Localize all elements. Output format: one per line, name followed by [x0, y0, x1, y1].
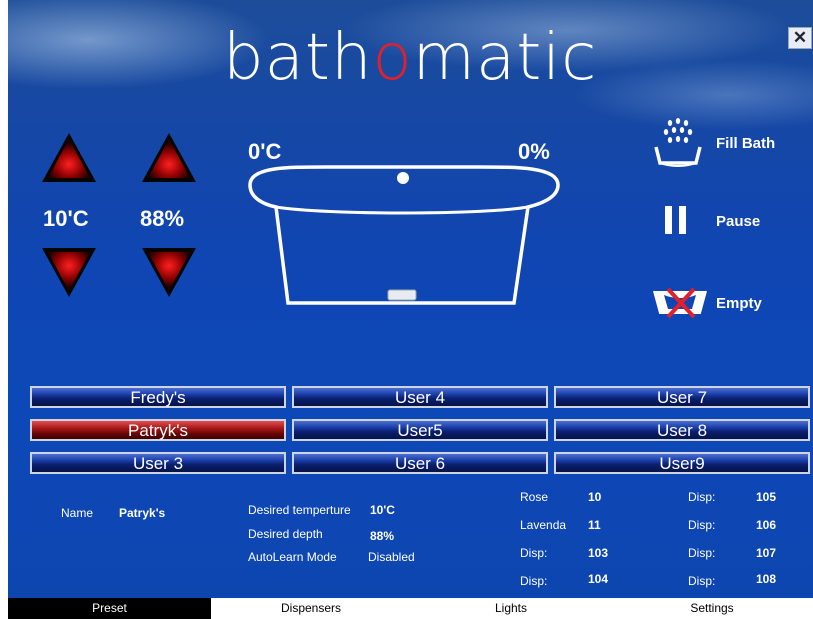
pause-icon[interactable]	[661, 202, 691, 236]
dispenser-value-6: 106	[756, 518, 777, 532]
dispenser-label-6: Disp:	[688, 518, 716, 532]
dispenser-value-3: 103	[588, 546, 609, 560]
temperature-up-arrow-icon[interactable]	[40, 130, 98, 185]
tab-lights[interactable]: Lights	[411, 598, 611, 619]
dispenser-label-8: Disp:	[688, 574, 716, 588]
user-preset-user-5[interactable]: User5	[292, 419, 548, 441]
depth-down-arrow-icon[interactable]	[140, 245, 198, 300]
main-panel: bathomatic ✕ 10'C 88% 0'C 0% Fill Bath P…	[8, 0, 813, 598]
current-fill-level: 0%	[518, 139, 550, 164]
dispenser-value-7: 107	[756, 546, 777, 560]
dispenser-label-3: Disp:	[520, 546, 548, 560]
desired-temperature-label: Desired temperture	[248, 503, 351, 517]
dispenser-label-1: Rose	[520, 490, 549, 504]
name-value: Patryk's	[119, 506, 166, 520]
logo-text-o: o	[372, 21, 413, 95]
user-preset-user-3[interactable]: User 3	[30, 452, 286, 474]
set-temperature-value: 10'C	[43, 206, 89, 231]
desired-temperature-value: 10'C	[370, 503, 395, 517]
dispenser-label-2: Lavenda	[520, 518, 567, 532]
dispenser-label-7: Disp:	[688, 546, 716, 560]
name-label: Name	[61, 506, 94, 520]
bathomatic-window: bathomatic ✕ 10'C 88% 0'C 0% Fill Bath P…	[0, 0, 813, 619]
shower-icon[interactable]	[650, 115, 706, 170]
desired-depth-value: 88%	[370, 529, 395, 543]
close-icon[interactable]: ✕	[788, 27, 812, 49]
fill-bath-button[interactable]: Fill Bath	[716, 135, 775, 152]
dispenser-value-4: 104	[588, 572, 609, 586]
dispenser-value-5: 105	[756, 490, 777, 504]
depth-up-arrow-icon[interactable]	[140, 130, 198, 185]
app-logo: bathomatic	[223, 18, 596, 98]
desired-depth-label: Desired depth	[248, 527, 323, 541]
bathtub-icon	[248, 165, 560, 305]
dispenser-value-2: 11	[588, 518, 601, 532]
logo-text-left: bath	[223, 21, 373, 95]
bottom-tab-bar: Preset Dispensers Lights Settings	[8, 598, 813, 619]
pause-button[interactable]: Pause	[716, 213, 760, 230]
tab-dispensers[interactable]: Dispensers	[211, 598, 411, 619]
logo-text-right: matic	[412, 21, 598, 95]
autolearn-label: AutoLearn Mode	[248, 550, 337, 564]
empty-bath-icon[interactable]	[650, 285, 710, 321]
dispenser-label-4: Disp:	[520, 574, 548, 588]
user-preset-user-6[interactable]: User 6	[292, 452, 548, 474]
tab-preset[interactable]: Preset	[8, 598, 211, 619]
temperature-down-arrow-icon[interactable]	[40, 245, 98, 300]
user-preset-user-7[interactable]: User 7	[554, 386, 810, 408]
set-depth-value: 88%	[140, 206, 185, 231]
dispenser-value-1: 10	[588, 490, 602, 504]
user-preset-user-9[interactable]: User9	[554, 452, 810, 474]
user-preset-fredys[interactable]: Fredy's	[30, 386, 286, 408]
empty-button[interactable]: Empty	[716, 295, 762, 312]
user-preset-user-8[interactable]: User 8	[554, 419, 810, 441]
dispenser-label-5: Disp:	[688, 490, 716, 504]
dispenser-value-8: 108	[756, 572, 777, 586]
user-preset-user-4[interactable]: User 4	[292, 386, 548, 408]
current-temperature: 0'C	[248, 139, 282, 164]
user-preset-patryks[interactable]: Patryk's	[30, 419, 286, 441]
autolearn-value: Disabled	[368, 550, 415, 564]
tab-settings[interactable]: Settings	[611, 598, 813, 619]
